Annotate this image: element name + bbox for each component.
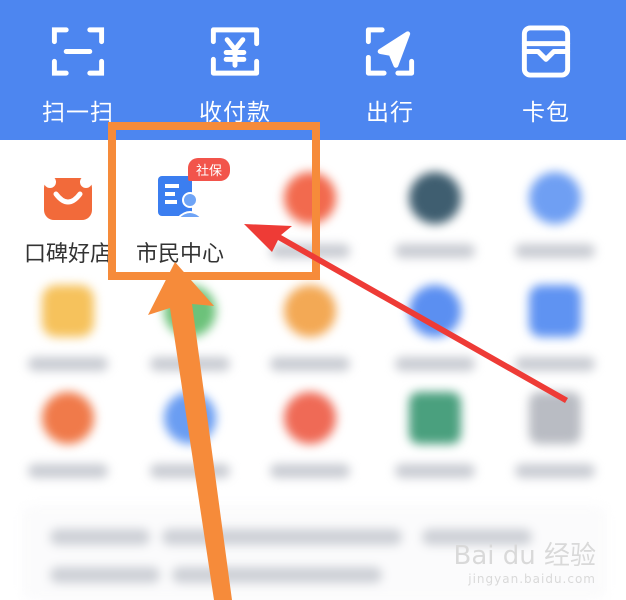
- highlight-box: [108, 122, 320, 280]
- scan-icon: [51, 27, 105, 76]
- scan-button[interactable]: 扫一扫: [23, 22, 133, 127]
- blurred-app-label: [28, 357, 108, 371]
- card-wallet-button[interactable]: 卡包: [491, 22, 601, 127]
- koubei-smile-icon: [44, 176, 92, 220]
- top-bar: 扫一扫 收付款 出行 卡包: [0, 0, 626, 140]
- card-wallet-icon: [521, 25, 571, 78]
- blurred-app-icon: [529, 172, 581, 224]
- blurred-app-label: [150, 464, 230, 478]
- blurred-app-icon: [409, 285, 461, 337]
- blurred-app-label: [395, 357, 475, 371]
- app-blurred[interactable]: [375, 172, 495, 282]
- watermark-sub: jingyan.baidu.com: [468, 572, 596, 586]
- notice-line: [162, 529, 402, 545]
- blurred-app-icon: [409, 172, 461, 224]
- blurred-app-icon: [164, 392, 216, 444]
- notice-line: [50, 567, 160, 583]
- baidu-jingyan-watermark: Bai du 经验 jingyan.baidu.com: [453, 535, 596, 586]
- app-blurred[interactable]: [495, 285, 615, 395]
- blurred-app-label: [28, 464, 108, 478]
- app-blurred[interactable]: [8, 285, 128, 395]
- travel-icon: [365, 27, 415, 76]
- travel-label: 出行: [366, 100, 414, 126]
- blurred-app-label: [515, 244, 595, 258]
- app-blurred[interactable]: [375, 285, 495, 395]
- blurred-app-icon: [529, 392, 581, 444]
- payment-button[interactable]: 收付款: [180, 22, 290, 127]
- blurred-app-label: [515, 357, 595, 371]
- travel-button[interactable]: 出行: [335, 22, 445, 127]
- card-wallet-label: 卡包: [522, 100, 570, 126]
- app-blurred[interactable]: [250, 392, 370, 502]
- blurred-app-icon: [409, 392, 461, 444]
- blurred-app-label: [270, 357, 350, 371]
- app-blurred[interactable]: [375, 392, 495, 502]
- blurred-app-icon: [42, 285, 94, 337]
- blurred-app-label: [150, 357, 230, 371]
- app-blurred[interactable]: [495, 172, 615, 282]
- blurred-app-icon: [529, 285, 581, 337]
- blurred-app-label: [395, 244, 475, 258]
- app-blurred[interactable]: [130, 285, 250, 395]
- blurred-app-icon: [42, 392, 94, 444]
- koubei-label: 口碑好店: [23, 242, 112, 267]
- blurred-app-icon: [284, 392, 336, 444]
- notice-line: [172, 567, 382, 583]
- blurred-app-label: [395, 464, 475, 478]
- app-blurred[interactable]: [8, 392, 128, 502]
- notice-line: [50, 529, 150, 545]
- app-blurred[interactable]: [250, 285, 370, 395]
- blurred-app-icon: [164, 285, 216, 337]
- scan-label: 扫一扫: [42, 100, 114, 126]
- blurred-app-label: [515, 464, 595, 478]
- blurred-app-label: [270, 464, 350, 478]
- payment-icon: [210, 27, 260, 76]
- blurred-app-icon: [284, 285, 336, 337]
- app-blurred[interactable]: [130, 392, 250, 502]
- app-blurred[interactable]: [495, 392, 615, 502]
- watermark-main: Bai du 经验: [453, 541, 596, 571]
